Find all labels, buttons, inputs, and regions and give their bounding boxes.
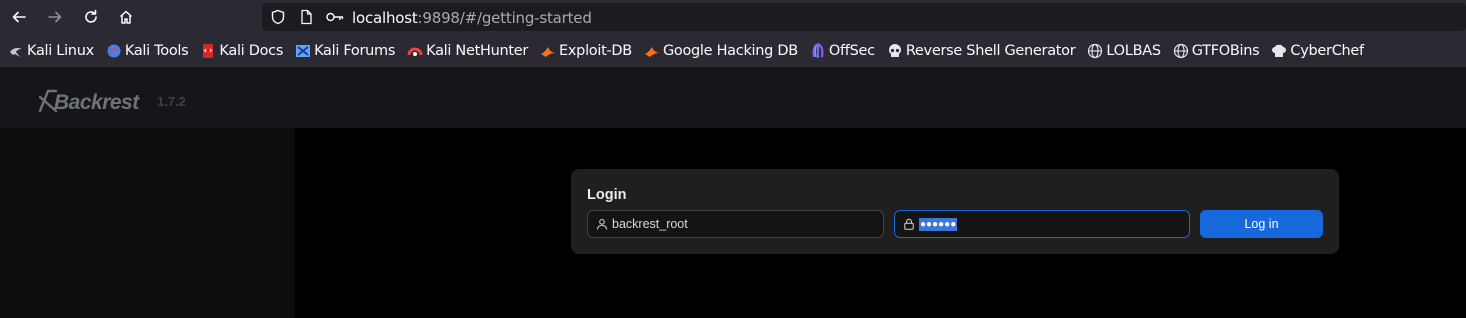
chef-hat-icon bbox=[1271, 43, 1287, 59]
bookmark-label: Kali NetHunter bbox=[426, 42, 529, 59]
exploit-db-icon bbox=[540, 43, 556, 59]
bookmark-label: LOLBAS bbox=[1106, 42, 1161, 59]
home-button[interactable] bbox=[113, 4, 139, 30]
bookmark-kali-linux[interactable]: Kali Linux bbox=[8, 43, 94, 59]
url-path: :9898/#/getting-started bbox=[417, 9, 592, 27]
backrest-logo-icon bbox=[38, 89, 58, 113]
bookmark-kali-docs[interactable]: Kali Docs bbox=[200, 43, 283, 59]
back-button[interactable] bbox=[6, 4, 32, 30]
forward-button[interactable] bbox=[42, 4, 68, 30]
user-icon bbox=[596, 218, 608, 230]
globe-icon bbox=[1173, 43, 1189, 59]
logo-text: Backrest bbox=[54, 91, 139, 114]
app-header: Backrest 1.7.2 bbox=[0, 67, 1466, 128]
reload-icon bbox=[85, 9, 97, 23]
kali-tools-icon bbox=[106, 43, 122, 59]
offsec-icon bbox=[810, 42, 826, 59]
bookmark-label: Kali Docs bbox=[219, 42, 284, 59]
url-host: localhost bbox=[352, 9, 418, 27]
bookmark-label: GTFOBins bbox=[1191, 42, 1260, 59]
bookmark-kali-tools[interactable]: Kali Tools bbox=[106, 43, 189, 59]
login-card: Login backrest_root ●●●●●● Log in bbox=[571, 169, 1339, 254]
back-arrow-icon bbox=[12, 11, 26, 23]
bookmarks-bar: Kali Linux Kali Tools Kali Docs Kali For… bbox=[0, 34, 1466, 67]
username-value: backrest_root bbox=[612, 217, 688, 231]
nethunter-icon bbox=[407, 43, 423, 59]
bookmark-label: Reverse Shell Generator bbox=[905, 42, 1076, 59]
reload-button[interactable] bbox=[78, 4, 104, 30]
password-field[interactable]: ●●●●●● bbox=[894, 210, 1190, 238]
bookmark-label: Kali Tools bbox=[124, 42, 189, 59]
shield-icon[interactable] bbox=[270, 9, 286, 25]
backrest-logo[interactable]: Backrest bbox=[38, 83, 139, 115]
bookmark-kali-nethunter[interactable]: Kali NetHunter bbox=[407, 43, 528, 59]
login-title: Login bbox=[587, 187, 627, 203]
bookmark-gtfobins[interactable]: GTFOBins bbox=[1173, 43, 1260, 59]
username-field[interactable]: backrest_root bbox=[587, 210, 884, 238]
bookmark-kali-forums[interactable]: Kali Forums bbox=[295, 43, 395, 59]
globe-icon bbox=[1087, 43, 1103, 59]
bookmark-exploit-db[interactable]: Exploit-DB bbox=[540, 43, 632, 59]
bookmark-label: Exploit-DB bbox=[559, 42, 632, 59]
bookmark-google-hacking-db[interactable]: Google Hacking DB bbox=[644, 43, 798, 59]
kali-dragon-icon bbox=[8, 43, 24, 59]
app-version: 1.7.2 bbox=[157, 94, 186, 109]
url-text[interactable]: localhost:9898/#/getting-started bbox=[352, 9, 592, 27]
ghdb-icon bbox=[644, 43, 660, 59]
login-button[interactable]: Log in bbox=[1200, 210, 1323, 238]
browser-toolbar: localhost:9898/#/getting-started bbox=[0, 0, 1466, 34]
password-value: ●●●●●● bbox=[919, 217, 958, 231]
bookmark-label: Kali Linux bbox=[27, 42, 94, 59]
kali-docs-icon bbox=[200, 43, 216, 59]
bookmark-reverse-shell-generator[interactable]: Reverse Shell Generator bbox=[887, 43, 1076, 59]
bookmark-label: OffSec bbox=[828, 42, 875, 59]
sidebar bbox=[0, 128, 295, 318]
bookmark-cyberchef[interactable]: CyberChef bbox=[1271, 42, 1364, 59]
bookmark-label: Kali Forums bbox=[314, 42, 396, 59]
forward-arrow-icon bbox=[48, 11, 62, 23]
skull-icon bbox=[887, 43, 903, 59]
bookmark-lolbas[interactable]: LOLBAS bbox=[1087, 42, 1161, 59]
page-icon[interactable] bbox=[298, 9, 314, 25]
key-icon[interactable] bbox=[325, 9, 345, 25]
url-bar[interactable]: localhost:9898/#/getting-started bbox=[262, 3, 1466, 31]
bookmark-offsec[interactable]: OffSec bbox=[810, 43, 875, 59]
bookmark-label: Google Hacking DB bbox=[662, 42, 798, 59]
lock-icon bbox=[903, 218, 915, 230]
home-icon bbox=[119, 10, 133, 24]
bookmark-label: CyberChef bbox=[1290, 42, 1364, 59]
kali-forums-icon bbox=[295, 43, 311, 59]
